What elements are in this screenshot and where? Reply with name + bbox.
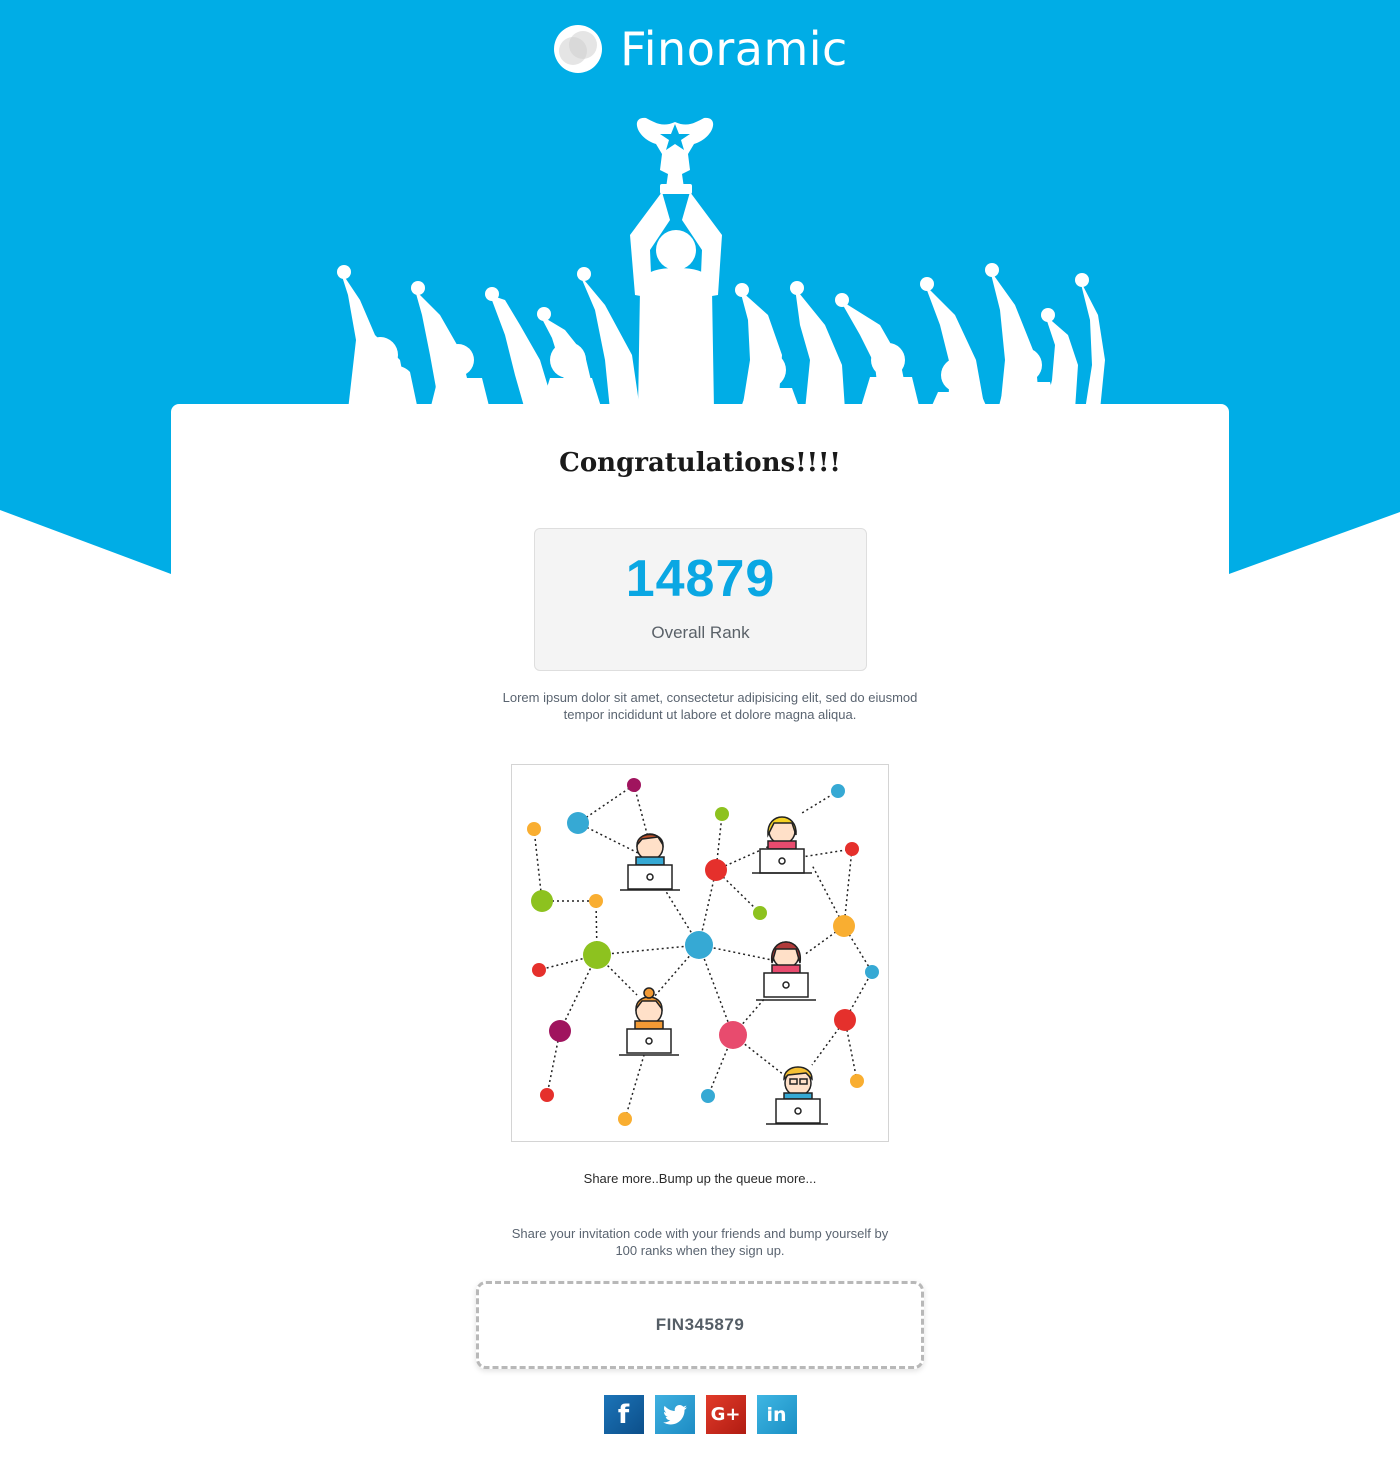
share-description: Share your invitation code with your fri…	[511, 1226, 889, 1258]
linkedin-icon: in	[766, 1403, 787, 1426]
google-plus-share-button[interactable]: G+	[705, 1395, 746, 1434]
celebrating-crowd-trophy-icon	[337, 117, 1105, 410]
page-title: Congratulations!!!!	[559, 448, 841, 478]
finoramic-logo-icon	[554, 25, 603, 73]
facebook-icon: f	[617, 1399, 630, 1430]
social-network-people-icon	[511, 764, 889, 1142]
rank-description: Lorem ipsum dolor sit amet, consectetur …	[502, 690, 918, 722]
brand-name: Finoramic	[620, 22, 848, 76]
facebook-share-button[interactable]: f	[603, 1395, 644, 1434]
rank-panel: 14879 Overall Rank	[534, 528, 867, 671]
invite-code[interactable]: FIN345879	[656, 1315, 745, 1335]
brand-logo[interactable]: Finoramic	[0, 22, 1400, 76]
rank-value: 14879	[625, 550, 776, 608]
rank-label: Overall Rank	[651, 623, 750, 642]
invite-code-box[interactable]: FIN345879	[476, 1281, 924, 1369]
twitter-share-button[interactable]	[654, 1395, 695, 1434]
share-headline: Share more..Bump up the queue more...	[583, 1171, 817, 1186]
twitter-icon	[662, 1404, 687, 1424]
google-plus-icon: G+	[710, 1404, 741, 1425]
social-share-bar: f G+ in	[0, 1395, 1400, 1434]
linkedin-share-button[interactable]: in	[756, 1395, 797, 1434]
